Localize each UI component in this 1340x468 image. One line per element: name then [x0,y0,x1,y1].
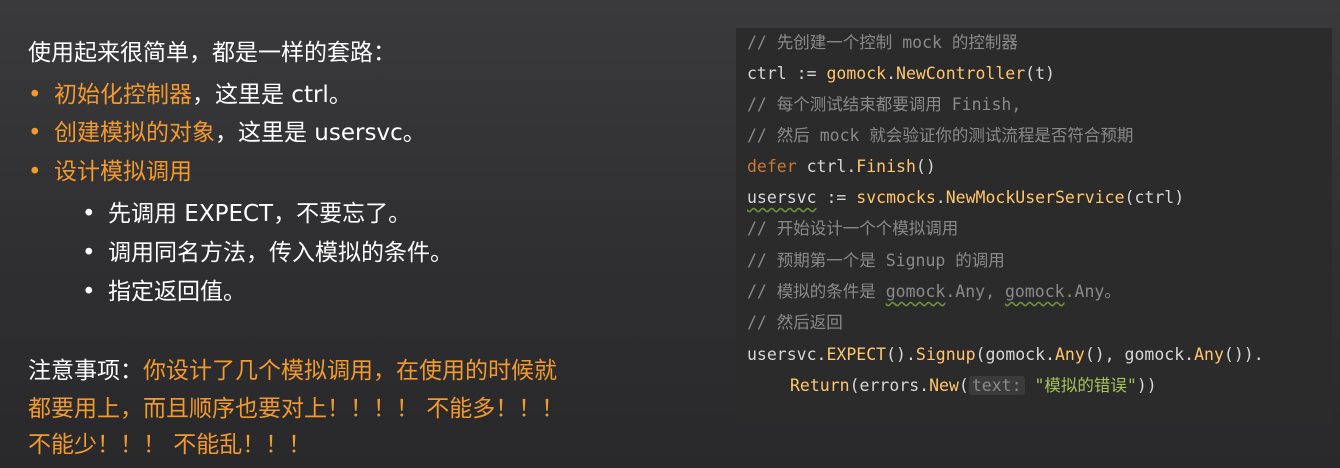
code-line: defer ctrl.Finish() [747,157,936,176]
substep-text: 先调用 EXPECT，不要忘了。 [108,201,412,227]
code-line: ctrl := gomock.NewController(t) [747,64,1055,83]
step-highlight: 创建模拟的对象 [54,120,215,146]
bullet-icon: • [28,82,42,108]
intro-text: 使用起来很简单，都是一样的套路： [28,40,396,66]
bullet-icon: • [28,159,42,185]
substep-text: 指定返回值。 [108,279,246,305]
step-item: • 创建模拟的对象，这里是 usersvc。 [28,118,426,148]
code-line: Return(errors.New(text: "模拟的错误")) [790,376,1157,395]
code-comment: // 然后 mock 就会验证你的测试流程是否符合预期 [747,126,1134,145]
substep-item: • 先调用 EXPECT，不要忘了。 [82,199,411,229]
code-comment: // 然后返回 [747,313,843,332]
substep-text: 调用同名方法，传入模拟的条件。 [108,240,453,266]
step-highlight: 初始化控制器 [54,82,192,108]
code-comment: // 预期第一个是 Signup 的调用 [747,251,1005,270]
bullet-icon: • [28,120,42,146]
substep-item: • 调用同名方法，传入模拟的条件。 [82,238,453,268]
substep-item: • 指定返回值。 [82,277,246,307]
code-line: usersvc := svcmocks.NewMockUserService(c… [747,188,1185,207]
note-text: 都要用上，而且顺序也要对上！！！！ 不能多！！！ [28,396,565,422]
code-comment: // 每个测试结束都要调用 Finish, [747,95,1022,114]
bullet-icon: • [82,240,96,266]
note-text: 不能少！！！ 不能乱！！！ [28,432,312,458]
step-text: ，这里是 ctrl。 [192,82,352,108]
step-text: ，这里是 usersvc。 [215,120,426,146]
note-text: 你设计了几个模拟调用，在使用的时候就 [143,358,557,384]
bullet-icon: • [82,279,96,305]
note-line: 注意事项：你设计了几个模拟调用，在使用的时候就 [28,356,557,386]
step-highlight: 设计模拟调用 [54,159,192,185]
note-label: 注意事项： [28,358,143,384]
string-literal: "模拟的错误" [1034,376,1137,395]
step-item: • 设计模拟调用 [28,157,192,187]
code-line: usersvc.EXPECT().Signup(gomock.Any(), go… [747,345,1264,364]
code-editor: // 先创建一个控制 mock 的控制器 ctrl := gomock.NewC… [736,28,1332,424]
bullet-icon: • [82,201,96,227]
parameter-hint: text: [968,376,1025,395]
code-comment: // 模拟的条件是 gomock.Any, gomock.Any。 [747,282,1121,301]
code-comment: // 先创建一个控制 mock 的控制器 [747,33,1018,52]
step-item: • 初始化控制器，这里是 ctrl。 [28,80,352,110]
code-comment: // 开始设计一个个模拟调用 [747,219,959,238]
